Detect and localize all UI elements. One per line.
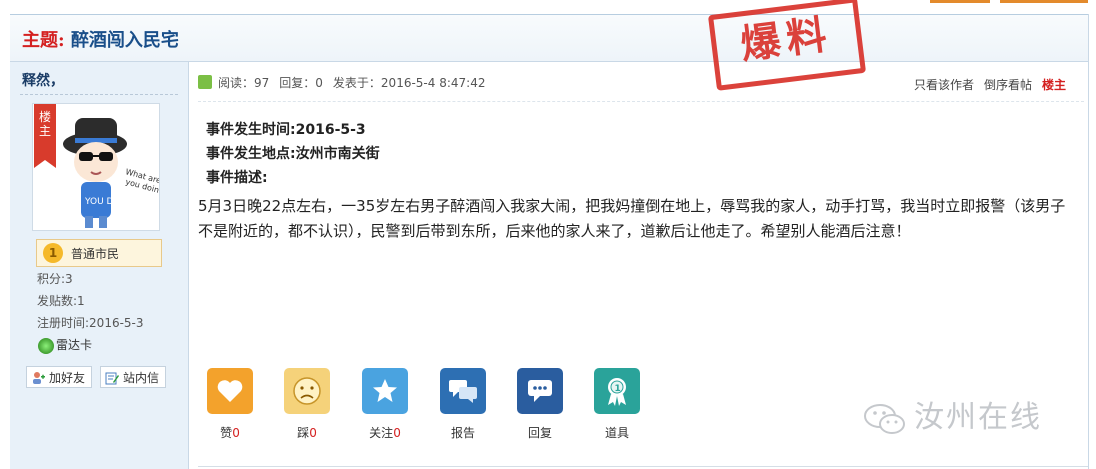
scoop-stamp: 爆料 [707,0,867,91]
user-register-date: 注册时间:2016-5-3 [37,316,144,330]
site-watermark: 汝州在线 [862,392,1042,436]
event-desc-label: 事件描述: [206,170,268,186]
site-message-label: 站内信 [123,371,160,385]
heart-icon [207,368,253,414]
reply-count: 回复：0 [279,76,323,90]
event-description: 5月3日晚22点左右，一35岁左右男子醉酒闯入我家大闹，把我妈撞倒在地上，辱骂我… [198,197,1066,240]
meta-divider [198,101,1084,102]
title-text: 醉酒闯入民宅 [70,30,179,51]
author-name[interactable]: 释然， [22,70,64,90]
add-friend-button[interactable]: 加好友 [26,366,93,388]
post-image-icon [198,75,212,89]
add-friend-label: 加好友 [49,371,86,385]
title-label: 主题: [22,30,65,51]
user-post-count: 发贴数:1 [37,294,85,308]
chat-bubbles-icon [440,368,486,414]
like-count: 0 [232,426,240,440]
read-count: 阅读：97 [218,76,270,90]
author-sidebar: 释然， YOU DIER What are you doing? 楼主 1 普通… [10,62,189,469]
sad-face-icon [284,368,330,414]
top-tab-2[interactable] [1000,0,1088,3]
rank-star-icon: 1 [43,243,63,263]
reply-button[interactable]: 回复 [516,368,564,441]
post-view-links: 只看该作者 倒序看帖 楼主 [904,76,1066,93]
message-edit-icon [105,372,119,385]
follow-label: 关注 [369,426,394,440]
post-time: 发表于：2016-5-4 8:47:42 [332,76,486,90]
only-author-link[interactable]: 只看该作者 [914,78,974,92]
like-label: 赞 [220,426,233,440]
props-button[interactable]: 1 道具 [593,368,641,441]
watermark-text: 汝州在线 [914,400,1042,435]
floor-label: 楼主 [1041,78,1066,92]
add-friend-icon [33,372,45,384]
radar-icon [38,337,54,354]
thread-title: 主题: 醉酒闯入民宅 [22,26,179,52]
medal-icon: 1 [594,368,640,414]
svg-text:YOU DIER: YOU DIER [84,197,128,207]
svg-text:1: 1 [615,384,621,394]
props-label: 道具 [604,426,629,440]
user-rank-badge: 1 普通市民 [36,239,162,267]
reverse-order-link[interactable]: 倒序看帖 [984,78,1032,92]
like-button[interactable]: 赞0 [206,368,254,441]
dislike-label: 踩 [297,426,310,440]
report-button[interactable]: 报告 [439,368,487,441]
post-meta: 阅读：97 回复：0 发表于：2016-5-4 8:47:42 [198,74,495,91]
thread-title-bar: 主题: 醉酒闯入民宅 [10,14,1088,62]
rank-label: 普通市民 [71,247,120,261]
site-message-button[interactable]: 站内信 [100,366,167,388]
dislike-count: 0 [309,426,317,440]
reply-bubble-icon [517,368,563,414]
post-body: 事件发生时间:2016-5-3 事件发生地点:汝州市南关街 事件描述: [206,118,1082,190]
divider [20,94,178,95]
post-bottom-divider [198,466,1088,467]
top-tab-1[interactable] [930,0,990,3]
radar-label: 雷达卡 [56,338,93,352]
event-time: 事件发生时间:2016-5-3 [206,122,366,138]
follow-count: 0 [393,426,401,440]
wechat-icon [864,403,905,434]
frame-right-border [1088,14,1089,469]
user-points: 积分:3 [37,272,73,286]
follow-button[interactable]: 关注0 [361,368,409,441]
report-label: 报告 [450,426,475,440]
top-bar [0,0,1096,14]
dislike-button[interactable]: 踩0 [283,368,331,441]
event-place: 事件发生地点:汝州市南关街 [206,146,380,162]
reply-label: 回复 [527,426,552,440]
floor-owner-ribbon: 楼主 [34,104,56,168]
star-icon [362,368,408,414]
radar-card[interactable]: 雷达卡 [38,336,92,354]
post-actions: 赞0 踩0 关注0 报告 回复 1 道具 [206,368,706,448]
